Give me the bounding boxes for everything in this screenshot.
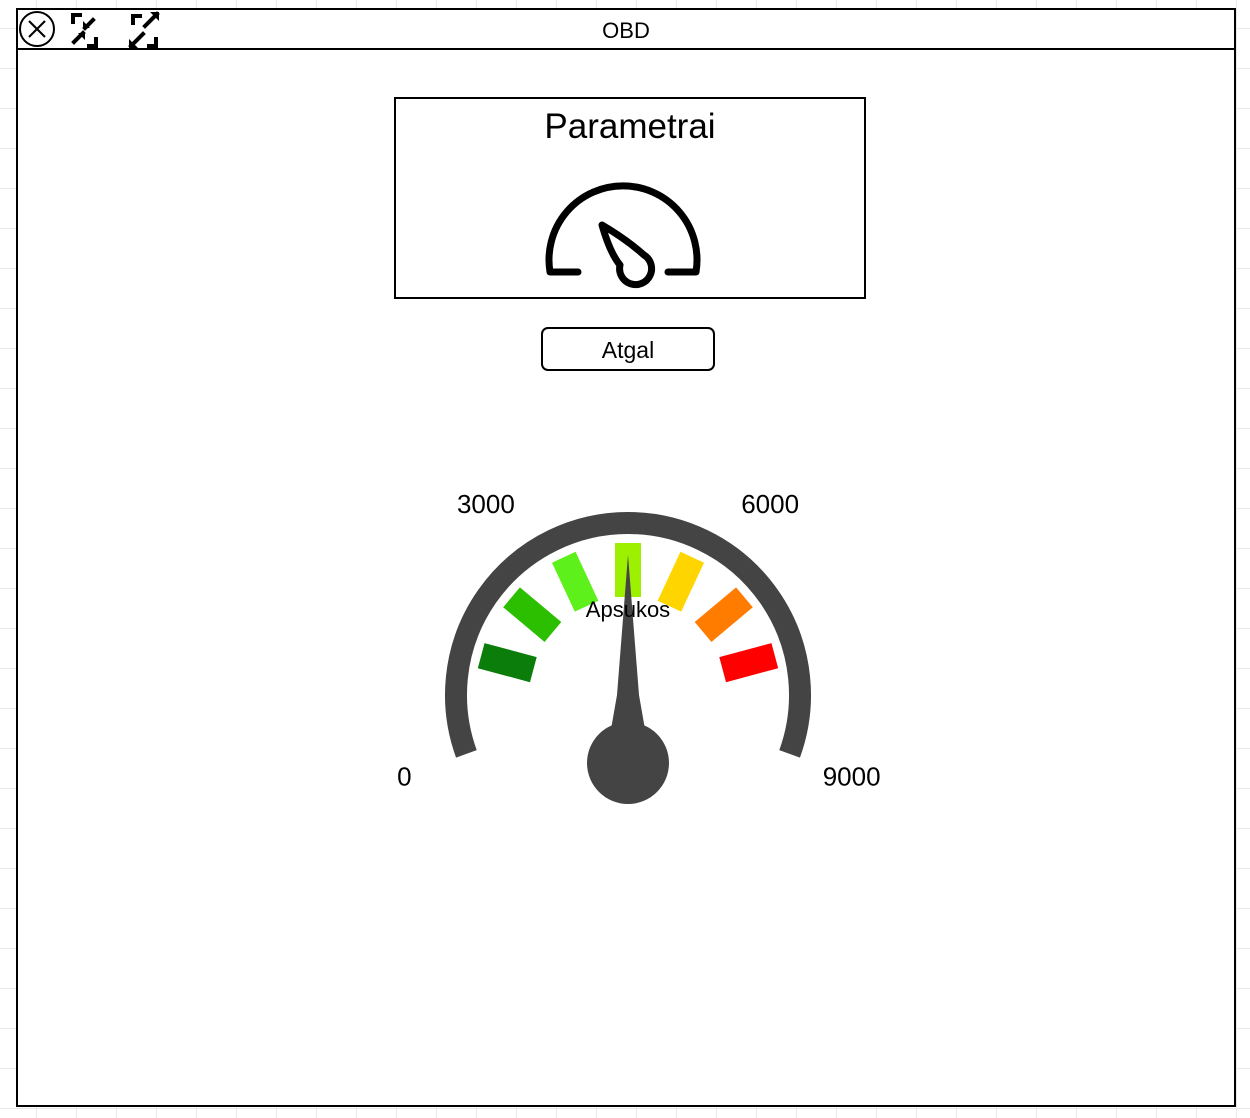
gauge-tick-label: 3000: [457, 489, 515, 519]
rpm-gauge: Apsukos 0 3000 6000 9000: [378, 489, 918, 820]
window-title: OBD: [602, 18, 650, 43]
gauge-tick-label: 0: [397, 761, 411, 791]
gauge-needle-shaft: [610, 695, 646, 735]
gauge-zone-mark: [503, 587, 562, 642]
obd-window: OBD Parametrai Atgal Apsukos 0 3000 6000 90…: [16, 8, 1236, 1107]
speedometer-icon: [536, 167, 716, 296]
gauge-zone-mark: [694, 587, 753, 642]
gauge-tick-label: 9000: [823, 761, 881, 791]
gauge-zone-mark: [477, 643, 537, 683]
title-bar: OBD: [18, 10, 1234, 50]
card-title: Parametrai: [544, 107, 716, 146]
back-button[interactable]: Atgal: [541, 327, 715, 371]
gauge-tick-label: 6000: [741, 489, 799, 519]
gauge-label: Apsukos: [586, 597, 670, 622]
gauge-zone-mark: [719, 643, 779, 683]
parameters-card[interactable]: Parametrai: [394, 97, 866, 299]
